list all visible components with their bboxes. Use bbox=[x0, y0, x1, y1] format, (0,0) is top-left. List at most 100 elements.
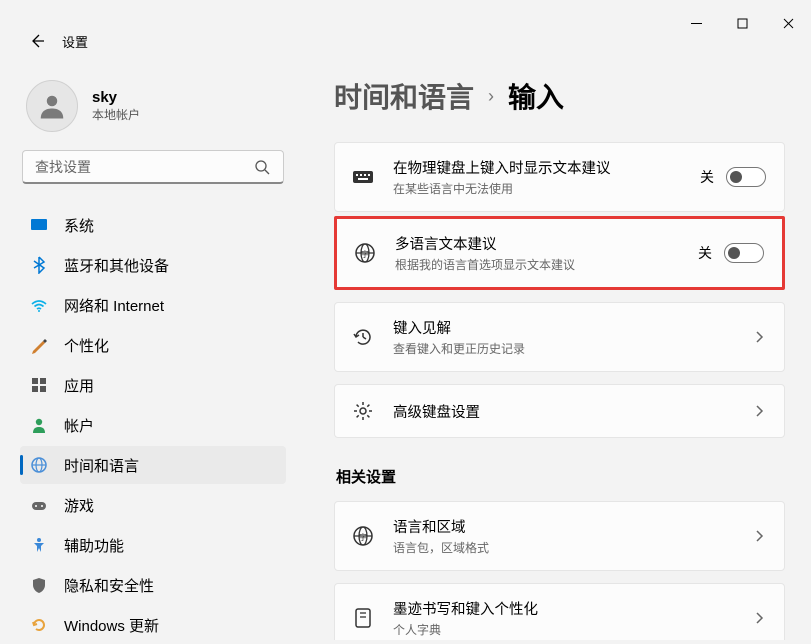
chevron-right-icon bbox=[752, 611, 766, 625]
setting-typing-insights[interactable]: 键入见解 查看键入和更正历史记录 bbox=[334, 302, 785, 372]
setting-desc: 语言包，区域格式 bbox=[393, 539, 734, 556]
minimize-button[interactable] bbox=[673, 8, 719, 38]
profile[interactable]: sky 本地帐户 bbox=[20, 76, 286, 150]
setting-title: 高级键盘设置 bbox=[393, 401, 734, 422]
sidebar: sky 本地帐户 系统 蓝牙和其他设备 网络和 Internet bbox=[0, 56, 300, 640]
search-wrap bbox=[20, 150, 286, 184]
setting-inking-typing[interactable]: 墨迹书写和键入个性化 个人字典 bbox=[334, 583, 785, 640]
sidebar-item-label: 网络和 Internet bbox=[64, 295, 164, 316]
svg-text:字: 字 bbox=[359, 532, 367, 542]
keyboard-icon bbox=[351, 165, 375, 189]
setting-right: 关 bbox=[698, 243, 764, 263]
language-icon: 字 bbox=[351, 524, 375, 548]
breadcrumb-current: 输入 bbox=[508, 76, 564, 116]
book-icon bbox=[351, 606, 375, 630]
setting-text: 语言和区域 语言包，区域格式 bbox=[393, 516, 734, 556]
accessibility-icon bbox=[30, 536, 48, 554]
setting-right bbox=[752, 330, 766, 344]
setting-title: 在物理键盘上键入时显示文本建议 bbox=[393, 157, 682, 178]
chevron-right-icon bbox=[752, 529, 766, 543]
setting-text: 多语言文本建议 根据我的语言首选项显示文本建议 bbox=[395, 233, 680, 273]
gaming-icon bbox=[30, 496, 48, 514]
setting-language-region[interactable]: 字 语言和区域 语言包，区域格式 bbox=[334, 501, 785, 571]
apps-icon bbox=[30, 376, 48, 394]
setting-physical-keyboard-suggestions[interactable]: 在物理键盘上键入时显示文本建议 在某些语言中无法使用 关 bbox=[334, 142, 785, 212]
sidebar-item-label: 系统 bbox=[64, 215, 94, 236]
sidebar-item-label: 帐户 bbox=[64, 415, 94, 436]
setting-title: 键入见解 bbox=[393, 317, 734, 338]
sidebar-item-label: Windows 更新 bbox=[64, 615, 159, 636]
sidebar-item-label: 蓝牙和其他设备 bbox=[64, 255, 169, 276]
sidebar-item-label: 个性化 bbox=[64, 335, 109, 356]
sidebar-item-privacy[interactable]: 隐私和安全性 bbox=[20, 566, 286, 604]
avatar bbox=[26, 80, 78, 132]
setting-advanced-keyboard[interactable]: 高级键盘设置 bbox=[334, 384, 785, 438]
back-button[interactable] bbox=[28, 32, 46, 50]
setting-title: 墨迹书写和键入个性化 bbox=[393, 598, 734, 619]
breadcrumb-parent[interactable]: 时间和语言 bbox=[334, 76, 474, 116]
setting-desc: 在某些语言中无法使用 bbox=[393, 180, 682, 197]
setting-text: 在物理键盘上键入时显示文本建议 在某些语言中无法使用 bbox=[393, 157, 682, 197]
sidebar-item-label: 游戏 bbox=[64, 495, 94, 516]
history-icon bbox=[351, 325, 375, 349]
personalization-icon bbox=[30, 336, 48, 354]
sidebar-item-accessibility[interactable]: 辅助功能 bbox=[20, 526, 286, 564]
sidebar-item-account[interactable]: 帐户 bbox=[20, 406, 286, 444]
sidebar-item-time-language[interactable]: 时间和语言 bbox=[20, 446, 286, 484]
related-section-header: 相关设置 bbox=[336, 466, 785, 487]
setting-right bbox=[752, 404, 766, 418]
close-button[interactable] bbox=[765, 8, 811, 38]
setting-right bbox=[752, 611, 766, 625]
related-list: 字 语言和区域 语言包，区域格式 墨迹书写和键入个性化 个人字典 bbox=[334, 501, 785, 640]
sidebar-item-personalization[interactable]: 个性化 bbox=[20, 326, 286, 364]
setting-text: 键入见解 查看键入和更正历史记录 bbox=[393, 317, 734, 357]
time-language-icon bbox=[30, 456, 48, 474]
sidebar-item-system[interactable]: 系统 bbox=[20, 206, 286, 244]
system-icon bbox=[30, 216, 48, 234]
update-icon bbox=[30, 616, 48, 634]
toggle-state-label: 关 bbox=[700, 167, 714, 187]
setting-right: 关 bbox=[700, 167, 766, 187]
app-title: 设置 bbox=[62, 32, 88, 51]
sidebar-item-gaming[interactable]: 游戏 bbox=[20, 486, 286, 524]
nav: 系统 蓝牙和其他设备 网络和 Internet 个性化 应用 帐户 bbox=[20, 206, 286, 644]
setting-title: 多语言文本建议 bbox=[395, 233, 680, 254]
sidebar-item-label: 应用 bbox=[64, 375, 94, 396]
main: 时间和语言 › 输入 在物理键盘上键入时显示文本建议 在某些语言中无法使用 关 … bbox=[300, 56, 811, 640]
toggle-switch[interactable] bbox=[726, 167, 766, 187]
window-controls bbox=[673, 8, 811, 38]
sidebar-item-apps[interactable]: 应用 bbox=[20, 366, 286, 404]
profile-name: sky bbox=[92, 89, 140, 106]
sidebar-item-label: 隐私和安全性 bbox=[64, 575, 154, 596]
breadcrumb-separator: › bbox=[488, 86, 494, 107]
maximize-button[interactable] bbox=[719, 8, 765, 38]
sidebar-item-network[interactable]: 网络和 Internet bbox=[20, 286, 286, 324]
setting-desc: 根据我的语言首选项显示文本建议 bbox=[395, 256, 680, 273]
setting-desc: 查看键入和更正历史记录 bbox=[393, 340, 734, 357]
sidebar-item-update[interactable]: Windows 更新 bbox=[20, 606, 286, 644]
breadcrumb: 时间和语言 › 输入 bbox=[334, 76, 785, 116]
setting-right bbox=[752, 529, 766, 543]
gear-icon bbox=[351, 399, 375, 423]
account-icon bbox=[30, 416, 48, 434]
profile-text: sky 本地帐户 bbox=[92, 89, 140, 123]
language-icon: 字 bbox=[353, 241, 377, 265]
setting-title: 语言和区域 bbox=[393, 516, 734, 537]
sidebar-item-label: 辅助功能 bbox=[64, 535, 124, 556]
setting-multilingual-suggestions[interactable]: 字 多语言文本建议 根据我的语言首选项显示文本建议 关 bbox=[334, 216, 785, 290]
profile-account-type: 本地帐户 bbox=[92, 106, 140, 123]
chevron-right-icon bbox=[752, 330, 766, 344]
wifi-icon bbox=[30, 296, 48, 314]
setting-desc: 个人字典 bbox=[393, 621, 734, 638]
toggle-switch[interactable] bbox=[724, 243, 764, 263]
sidebar-item-bluetooth[interactable]: 蓝牙和其他设备 bbox=[20, 246, 286, 284]
svg-text:字: 字 bbox=[361, 249, 369, 259]
bluetooth-icon bbox=[30, 256, 48, 274]
sidebar-item-label: 时间和语言 bbox=[64, 455, 139, 476]
search-input[interactable] bbox=[22, 150, 284, 184]
chevron-right-icon bbox=[752, 404, 766, 418]
toggle-state-label: 关 bbox=[698, 243, 712, 263]
privacy-icon bbox=[30, 576, 48, 594]
settings-list: 在物理键盘上键入时显示文本建议 在某些语言中无法使用 关 字 多语言文本建议 根… bbox=[334, 142, 785, 438]
setting-text: 高级键盘设置 bbox=[393, 401, 734, 422]
